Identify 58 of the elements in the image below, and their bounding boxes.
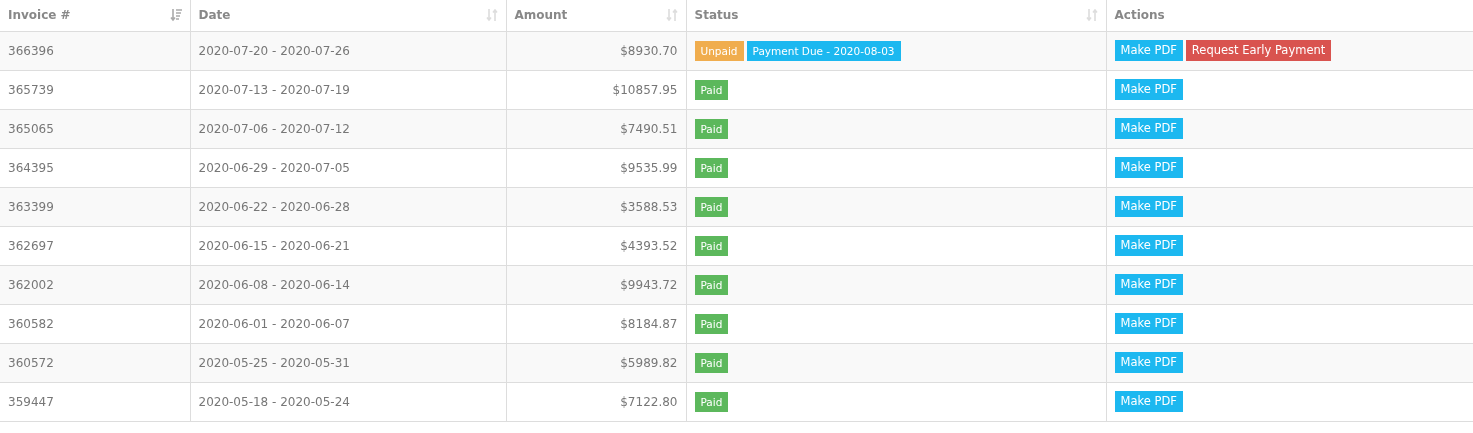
table-cell: 2020-06-15 - 2020-06-21 (198, 238, 350, 253)
make-pdf-button[interactable]: Make PDF (1114, 235, 1183, 256)
status-badge: Paid (694, 352, 729, 373)
column-header[interactable]: Status (694, 6, 739, 25)
status-badge: Paid (694, 157, 729, 178)
sort-icon[interactable] (169, 8, 182, 23)
table-cell: $8184.87 (620, 316, 678, 331)
request-payment-button[interactable]: Request Early Payment (1185, 40, 1332, 61)
table-cell: 359447 (8, 394, 54, 409)
table-cell: 362697 (8, 238, 54, 253)
table-cell: 2020-07-13 - 2020-07-19 (198, 82, 350, 97)
make-pdf-button[interactable]: Make PDF (1114, 196, 1183, 217)
table-cell: $7122.80 (620, 394, 678, 409)
status-badge: Paid (694, 118, 729, 139)
make-pdf-button[interactable]: Make PDF (1114, 352, 1183, 373)
make-pdf-button[interactable]: Make PDF (1114, 40, 1183, 61)
column-header[interactable]: Invoice # (8, 6, 71, 25)
column-header[interactable]: Date (198, 6, 231, 25)
table-cell: 2020-06-29 - 2020-07-05 (198, 160, 350, 175)
table-cell: $8930.70 (620, 43, 678, 58)
status-badge: Paid (694, 196, 729, 217)
make-pdf-button[interactable]: Make PDF (1114, 79, 1183, 100)
due-date-badge: Payment Due - 2020-08-03 (746, 40, 901, 61)
table-cell: 2020-07-06 - 2020-07-12 (198, 121, 350, 136)
table-cell: $5989.82 (620, 355, 678, 370)
table-cell: 360582 (8, 316, 54, 331)
table-cell: 363399 (8, 199, 54, 214)
table-cell: 360572 (8, 355, 54, 370)
table-cell: $4393.52 (620, 238, 678, 253)
table-cell: $9535.99 (620, 160, 678, 175)
table-cell: 364395 (8, 160, 54, 175)
table-cell: 2020-07-20 - 2020-07-26 (198, 43, 350, 58)
table-cell: 366396 (8, 43, 54, 58)
make-pdf-button[interactable]: Make PDF (1114, 157, 1183, 178)
table-cell: 2020-06-01 - 2020-06-07 (198, 316, 350, 331)
make-pdf-button[interactable]: Make PDF (1114, 274, 1183, 295)
table-cell: 2020-05-25 - 2020-05-31 (198, 355, 350, 370)
table-cell: $9943.72 (620, 277, 678, 292)
table-cell: 2020-06-08 - 2020-06-14 (198, 277, 350, 292)
status-badge: Unpaid (694, 40, 744, 61)
status-badge: Paid (694, 391, 729, 412)
table-cell: $3588.53 (620, 199, 678, 214)
make-pdf-button[interactable]: Make PDF (1114, 313, 1183, 334)
table-cell: 362002 (8, 277, 54, 292)
make-pdf-button[interactable]: Make PDF (1114, 118, 1183, 139)
table-cell: 2020-06-22 - 2020-06-28 (198, 199, 350, 214)
column-header: Actions (1114, 7, 1165, 25)
make-pdf-button[interactable]: Make PDF (1114, 391, 1183, 412)
table-cell: $10857.95 (612, 82, 678, 97)
status-badge: Paid (694, 235, 729, 256)
status-badge: Paid (694, 79, 729, 100)
status-badge: Paid (694, 313, 729, 334)
table-cell: 2020-05-18 - 2020-05-24 (198, 394, 350, 409)
table-cell: 365739 (8, 82, 54, 97)
column-header[interactable]: Amount (514, 6, 568, 25)
status-badge: Paid (694, 274, 729, 295)
table-cell: 365065 (8, 121, 54, 136)
table-cell: $7490.51 (620, 121, 678, 136)
